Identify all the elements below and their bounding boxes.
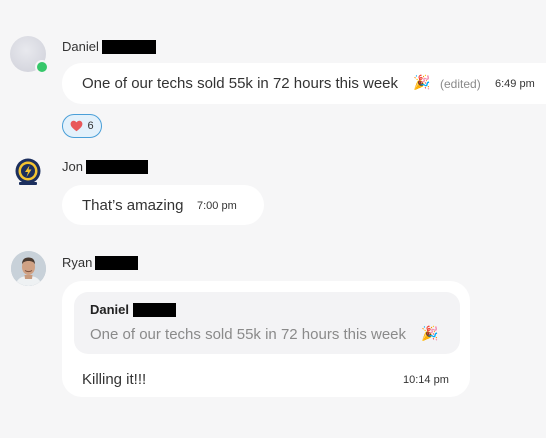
quoted-author-name: Daniel <box>90 302 130 317</box>
message-time: 6:49 pm <box>495 78 535 90</box>
profile-photo <box>11 251 46 286</box>
reaction-count: 6 <box>87 120 94 132</box>
quoted-message-text: One of our techs sold 55k in 72 hours th… <box>90 326 407 343</box>
author-name[interactable]: Ryan <box>62 255 92 270</box>
message-time: 7:00 pm <box>197 200 237 212</box>
redacted-surname <box>95 255 139 270</box>
party-popper-icon: 🎉 <box>413 74 431 90</box>
author-name[interactable]: Jon <box>62 159 83 174</box>
avatar-jon[interactable] <box>13 157 43 187</box>
redacted-surname <box>85 159 148 174</box>
edited-label: (edited) <box>440 77 481 91</box>
quoted-message[interactable]: Daniel One of our techs sold 55k in 72 h… <box>74 292 460 354</box>
party-popper-icon: 🎉 <box>421 325 439 341</box>
company-logo-icon <box>15 158 41 185</box>
message-time: 10:14 pm <box>403 374 449 386</box>
redacted-surname <box>133 302 177 317</box>
message-2-bubble[interactable]: That’s amazing 7:00 pm <box>62 185 264 225</box>
message-1-bubble[interactable]: One of our techs sold 55k in 72 hours th… <box>62 63 546 104</box>
redacted-surname <box>101 39 156 54</box>
avatar-ryan[interactable] <box>11 251 46 286</box>
heart-icon <box>71 120 83 132</box>
message-text: Killing it!!! <box>82 371 147 388</box>
quoted-message-header: Daniel <box>90 302 177 317</box>
message-text: That’s amazing <box>82 197 184 214</box>
author-name[interactable]: Daniel <box>62 39 99 54</box>
online-status-indicator <box>35 60 49 74</box>
message-text: One of our techs sold 55k in 72 hours th… <box>82 75 399 92</box>
message-1-header: Daniel <box>62 39 156 54</box>
message-2-header: Jon <box>62 159 148 174</box>
message-3-header: Ryan <box>62 255 139 270</box>
reaction-heart-button[interactable]: 6 <box>62 114 102 138</box>
